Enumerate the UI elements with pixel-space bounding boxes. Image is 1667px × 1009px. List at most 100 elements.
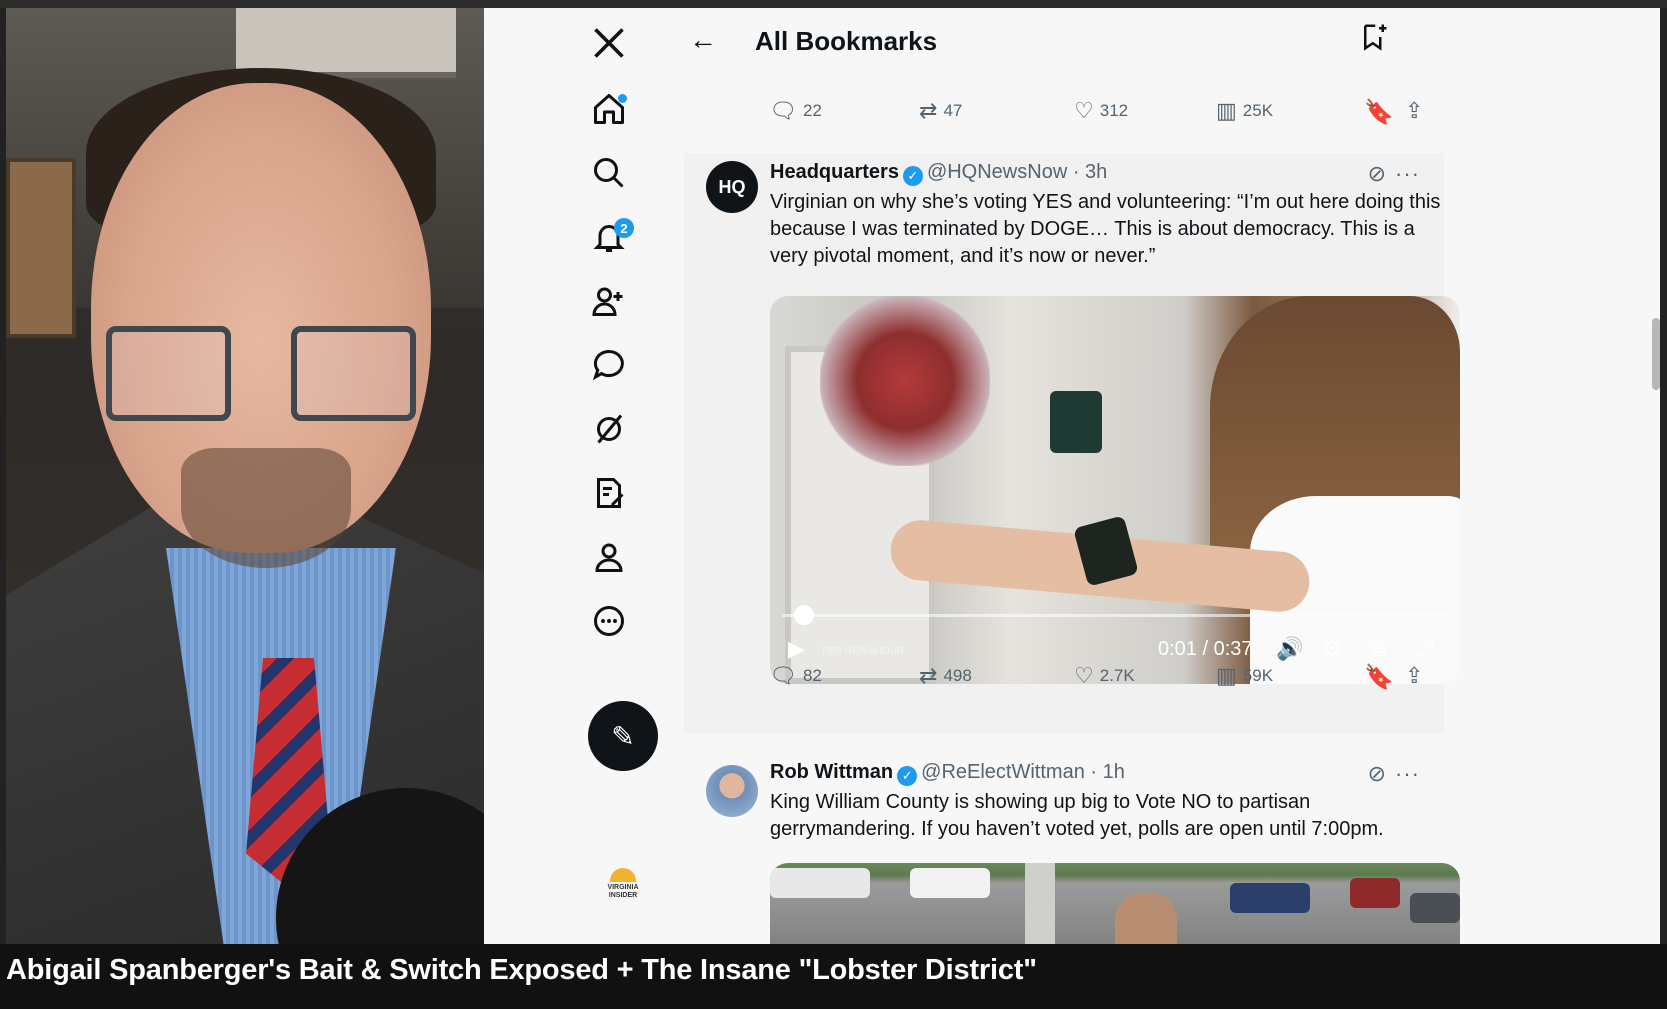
scrollbar[interactable] [1652,318,1660,390]
messages-icon[interactable] [574,340,644,390]
bookmark-button[interactable]: 🔖 [1364,98,1394,127]
bookmark-button[interactable]: 🔖 [1364,663,1394,692]
grok-icon[interactable]: ⊘ [1368,161,1386,187]
page-title: All Bookmarks [755,26,938,56]
repost-button[interactable]: ⇄ 47 [919,98,962,124]
lists-icon[interactable] [574,468,644,518]
reply-count: 82 [802,666,822,685]
tweet-actions: 🗨 82 ⇄ 498 ♡ 2.7K ▥ 59K 🔖 ⇪ [769,663,1469,693]
image-car [1230,883,1310,913]
x-logo-icon[interactable] [574,18,644,68]
repost-count: 498 [943,666,972,685]
video-frame: 2 ✎ VIRGINIA INSIDER ← All Bookmarks 🗨 2… [0,0,1667,1009]
tweet-time: · 1h [1090,761,1125,783]
video-time: 0:01 / 0:37 [1158,638,1253,660]
follow-icon[interactable] [574,276,644,326]
avatar[interactable]: HQ [706,161,758,213]
video-caption: Abigail Spanberger's Bait & Switch Expos… [6,954,1037,986]
like-button[interactable]: ♡ 2.7K [1074,663,1135,689]
views-button[interactable]: ▥ 59K [1216,663,1273,689]
verified-icon: ✓ [897,766,918,786]
reply-button[interactable]: 🗨 82 [769,663,822,689]
views-button[interactable]: ▥ 25K [1216,98,1273,124]
twitter-screen: 2 ✎ VIRGINIA INSIDER ← All Bookmarks 🗨 2… [484,8,1660,944]
video-mailbox [1050,391,1102,453]
video-watermark: PBS NEWSHOUR [822,646,905,657]
volume-icon[interactable]: 🔊 [1276,636,1303,662]
tweet-card[interactable]: HQ Headquarters ✓ @HQNewsNow · 3h ⊘ ··· Vi… [684,153,1460,733]
webcam-feed [6,8,484,944]
bookmark-filled-icon: 🔖 [1364,99,1394,126]
more-options-icon[interactable]: ··· [1395,161,1420,187]
share-icon: ⇪ [1405,663,1424,688]
image-car [1410,893,1460,923]
like-count: 312 [1099,101,1129,120]
reply-icon: 🗨 [769,98,797,123]
more-options-icon[interactable]: ··· [1395,761,1420,787]
home-dot [618,94,627,103]
views-count: 25K [1242,101,1274,120]
image-person [1115,893,1177,944]
tweet-text: King William County is showing up big to… [770,791,1384,840]
more-icon[interactable] [574,596,644,646]
video-seek-knob[interactable] [794,605,814,625]
brand-logo-text: VIRGINIA INSIDER [607,884,639,899]
repost-button[interactable]: ⇄ 498 [919,663,972,689]
heart-icon: ♡ [1074,98,1094,123]
search-icon[interactable] [574,148,644,198]
home-icon[interactable] [574,84,644,134]
presenter-glasses-left [106,326,231,421]
compose-post-icon[interactable]: ✎ [588,701,658,771]
verified-icon: ✓ [902,166,923,186]
like-button[interactable]: ♡ 312 [1074,98,1128,124]
video-wreath [820,296,990,466]
repost-icon: ⇄ [919,98,938,123]
views-count: 59K [1242,666,1274,685]
tweet-time: · 3h [1072,161,1108,183]
prev-tweet-actions: 🗨 22 ⇄ 47 ♡ 312 ▥ 25K 🔖 ⇪ [769,98,1469,128]
views-icon: ▥ [1216,663,1237,688]
share-button[interactable]: ⇪ [1405,98,1423,124]
repost-count: 47 [943,101,963,120]
grok-icon[interactable]: ⊘ [1368,761,1386,787]
webcam-wall-frame [6,158,76,338]
heart-icon: ♡ [1074,663,1094,688]
author-name[interactable]: Rob Wittman [770,761,893,783]
reply-count: 22 [802,101,822,120]
author-handle[interactable]: @HQNewsNow [927,161,1067,183]
reply-icon: 🗨 [769,663,797,688]
bookmarks-header: ← All Bookmarks [659,8,1419,78]
tweet-image[interactable] [770,863,1460,944]
profile-icon[interactable] [574,532,644,582]
share-icon: ⇪ [1405,98,1424,123]
notifications-badge: 2 [614,218,634,238]
virginia-insider-logo: VIRGINIA INSIDER [600,868,646,908]
image-car [1350,878,1400,908]
avatar[interactable] [706,765,758,817]
views-icon: ▥ [1216,98,1237,123]
tweet-video[interactable]: ▶ PBS NEWSHOUR 0:01 / 0:37 🔊 ⚙ ⧉ ⤢ [770,296,1460,684]
tweet-card[interactable]: Rob Wittman ✓ @ReElectWittman · 1h ⊘ ··· K… [684,753,1460,944]
arrow-left-icon[interactable]: ← [689,24,717,56]
play-icon[interactable]: ▶ [788,636,805,662]
share-button[interactable]: ⇪ [1405,663,1423,689]
presenter-glasses-right [291,326,416,421]
pip-icon[interactable]: ⧉ [1370,636,1386,662]
settings-icon[interactable]: ⚙ [1322,636,1342,662]
notifications-icon[interactable]: 2 [574,212,644,262]
grok-icon[interactable] [574,404,644,454]
author-name[interactable]: Headquarters [770,161,899,183]
tweet-text: Virginian on why she’s voting YES and vo… [770,191,1441,267]
like-count: 2.7K [1099,666,1135,685]
author-handle[interactable]: @ReElectWittman [921,761,1085,783]
image-car [910,868,990,898]
top-strip [0,0,1667,8]
reply-button[interactable]: 🗨 22 [769,98,822,124]
caption-bar: Abigail Spanberger's Bait & Switch Expos… [0,944,1667,1009]
add-bookmark-folder-icon[interactable] [1359,22,1389,59]
image-car [770,868,870,898]
image-pole [1025,863,1055,944]
video-seek-bar[interactable] [782,614,1448,617]
tweet-author: Headquarters ✓ @HQNewsNow · 3h [770,161,1107,186]
fullscreen-icon[interactable]: ⤢ [1416,636,1434,662]
